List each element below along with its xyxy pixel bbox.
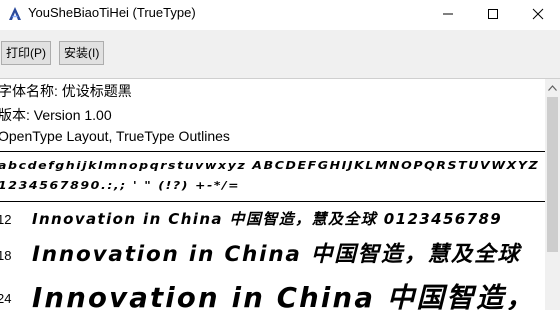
sample-text: Innovation in China 中国智造，: [32, 282, 536, 310]
font-icon: [7, 6, 23, 22]
separator: [0, 201, 545, 202]
close-button[interactable]: [516, 0, 560, 27]
minimize-icon: [443, 13, 453, 14]
maximize-button[interactable]: [471, 0, 515, 27]
window-title: YouSheBiaoTiHei (TrueType): [28, 5, 196, 20]
sample-size-label: 12: [0, 212, 12, 227]
title-bar: YouSheBiaoTiHei (TrueType): [0, 0, 560, 27]
minimize-button[interactable]: [426, 0, 470, 27]
scrollbar-thumb[interactable]: [547, 97, 558, 252]
sample-size-label: 18: [0, 248, 12, 263]
version-label: 版本: Version 1.00: [0, 107, 112, 123]
sample-size-label: 24: [0, 291, 12, 306]
font-preview-area: 字体名称: 优设标题黑 版本: Version 1.00 OpenType La…: [0, 79, 545, 310]
outline-type-label: OpenType Layout, TrueType Outlines: [0, 128, 230, 144]
sample-text: Innovation in China 中国智造，慧及全球 0123456789: [32, 210, 503, 228]
maximize-icon: [488, 8, 498, 19]
toolbar: 打印(P) 安装(I): [0, 30, 560, 79]
chevron-up-icon: [548, 84, 557, 91]
sample-text: Innovation in China 中国智造，慧及全球: [32, 242, 521, 267]
font-name-label: 字体名称: 优设标题黑: [0, 83, 132, 99]
separator: [0, 151, 545, 152]
close-icon: [532, 8, 544, 19]
vertical-scrollbar[interactable]: [545, 79, 560, 310]
charset-line-1: abcdefghijklmnopqrstuvwxyz ABCDEFGHIJKLM…: [0, 159, 540, 172]
charset-line-2: 1234567890.:,; ' " (!?) +-*/=: [0, 179, 241, 192]
print-button[interactable]: 打印(P): [1, 41, 51, 65]
install-button[interactable]: 安装(I): [59, 41, 105, 65]
scroll-up-button[interactable]: [545, 79, 560, 96]
